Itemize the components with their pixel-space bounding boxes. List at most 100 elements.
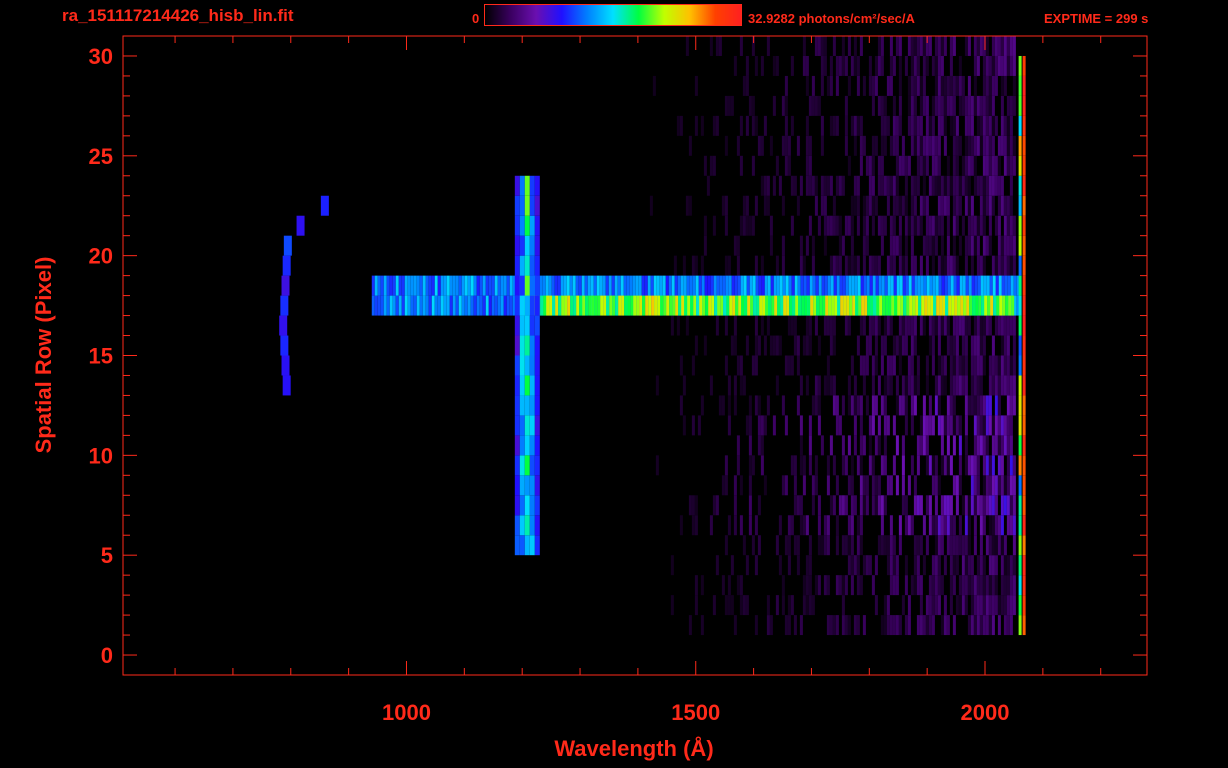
heatmap-cell xyxy=(799,255,803,276)
heatmap-cell xyxy=(715,115,719,136)
heatmap-cell xyxy=(821,275,825,296)
heatmap-cell xyxy=(892,335,896,356)
heatmap-cell xyxy=(878,275,882,296)
heatmap-cell xyxy=(946,535,950,556)
heatmap-cell xyxy=(805,55,809,76)
heatmap-cell xyxy=(534,195,540,216)
heatmap-cell xyxy=(1009,435,1013,456)
heatmap-cell xyxy=(949,55,953,76)
heatmap-cell xyxy=(763,415,767,436)
heatmap-cell xyxy=(874,495,878,516)
heatmap-cell xyxy=(826,375,830,396)
heatmap-cell xyxy=(940,575,944,596)
heatmap-cell xyxy=(744,295,748,316)
heatmap-cell xyxy=(958,435,962,456)
heatmap-cell xyxy=(452,275,456,296)
heatmap-cell xyxy=(689,275,693,296)
heatmap-cell xyxy=(925,495,929,516)
heatmap-cell xyxy=(964,415,968,436)
heatmap-cell xyxy=(994,415,998,436)
heatmap-cell xyxy=(829,115,833,136)
heatmap-cell xyxy=(860,275,864,296)
heatmap-cell xyxy=(949,575,953,596)
heatmap-cell xyxy=(976,555,980,576)
heatmap-cell xyxy=(392,275,396,296)
heatmap-cell xyxy=(757,415,761,436)
heatmap-cell xyxy=(706,175,710,196)
heatmap-cell xyxy=(1012,355,1016,376)
heatmap-cell xyxy=(856,395,860,416)
heatmap-cell xyxy=(832,335,836,356)
heatmap-cell xyxy=(952,615,956,636)
heatmap-cell xyxy=(506,275,510,296)
heatmap-cell xyxy=(636,295,640,316)
heatmap-cell xyxy=(1022,275,1026,296)
heatmap-cell xyxy=(615,295,619,316)
heatmap-cell xyxy=(554,275,558,296)
heatmap-cell xyxy=(898,535,902,556)
heatmap-cell xyxy=(901,475,905,496)
heatmap-cell xyxy=(979,255,983,276)
heatmap-cell xyxy=(751,535,755,556)
heatmap-cell xyxy=(976,475,980,496)
heatmap-cell xyxy=(919,255,923,276)
heatmap-cell xyxy=(836,275,840,296)
heatmap-cell xyxy=(805,235,809,256)
heatmap-cell xyxy=(748,95,752,116)
heatmap-cell xyxy=(997,195,1001,216)
heatmap-cell xyxy=(997,535,1001,556)
heatmap-cell xyxy=(952,575,956,596)
heatmap-cell xyxy=(847,555,851,576)
heatmap-cell xyxy=(739,215,743,236)
heatmap-cell xyxy=(970,195,974,216)
heatmap-cell xyxy=(943,595,947,616)
heatmap-cell xyxy=(883,395,887,416)
heatmap-cell xyxy=(524,395,530,416)
heatmap-cell xyxy=(844,115,848,136)
heatmap-cell xyxy=(772,95,776,116)
heatmap-cell xyxy=(847,315,851,336)
heatmap-cell xyxy=(910,415,914,436)
y-tick-label: 25 xyxy=(89,144,113,169)
heatmap-cell xyxy=(371,275,375,296)
heatmap-cell xyxy=(1012,36,1016,56)
heatmap-cell xyxy=(961,315,965,336)
heatmap-cell xyxy=(1009,575,1013,596)
heatmap-cell xyxy=(724,95,728,116)
heatmap-cell xyxy=(473,295,477,316)
heatmap-cell xyxy=(952,235,956,256)
heatmap-cell xyxy=(1003,235,1007,256)
heatmap-cell xyxy=(913,255,917,276)
heatmap-cell xyxy=(1006,195,1010,216)
heatmap-cell xyxy=(916,215,920,236)
heatmap-cell xyxy=(802,55,806,76)
heatmap-cell xyxy=(895,175,899,196)
heatmap-cell xyxy=(549,295,553,316)
heatmap-cell xyxy=(931,215,935,236)
heatmap-cell xyxy=(392,295,396,316)
heatmap-cell xyxy=(925,415,929,436)
heatmap-cell xyxy=(1000,515,1004,536)
heatmap-cell xyxy=(886,415,890,436)
heatmap-cell xyxy=(785,275,789,296)
heatmap-cell xyxy=(952,195,956,216)
heatmap-cell xyxy=(1000,555,1004,576)
heatmap-cell xyxy=(870,295,874,316)
heatmap-cell xyxy=(737,275,741,296)
heatmap-cell xyxy=(930,295,934,316)
heatmap-cell xyxy=(395,295,399,316)
heatmap-cell xyxy=(889,555,893,576)
heatmap-cell xyxy=(784,475,788,496)
heatmap-cell xyxy=(958,55,962,76)
heatmap-cell xyxy=(736,135,740,156)
heatmap-cell xyxy=(733,235,737,256)
heatmap-cell xyxy=(820,75,824,96)
heatmap-cell xyxy=(832,315,836,336)
heatmap-cell xyxy=(850,395,854,416)
heatmap-cell xyxy=(691,495,695,516)
heatmap-cell xyxy=(937,535,941,556)
heatmap-cell xyxy=(1006,575,1010,596)
heatmap-cell xyxy=(972,295,976,316)
heatmap-cell xyxy=(994,395,998,416)
heatmap-cell xyxy=(739,575,743,596)
